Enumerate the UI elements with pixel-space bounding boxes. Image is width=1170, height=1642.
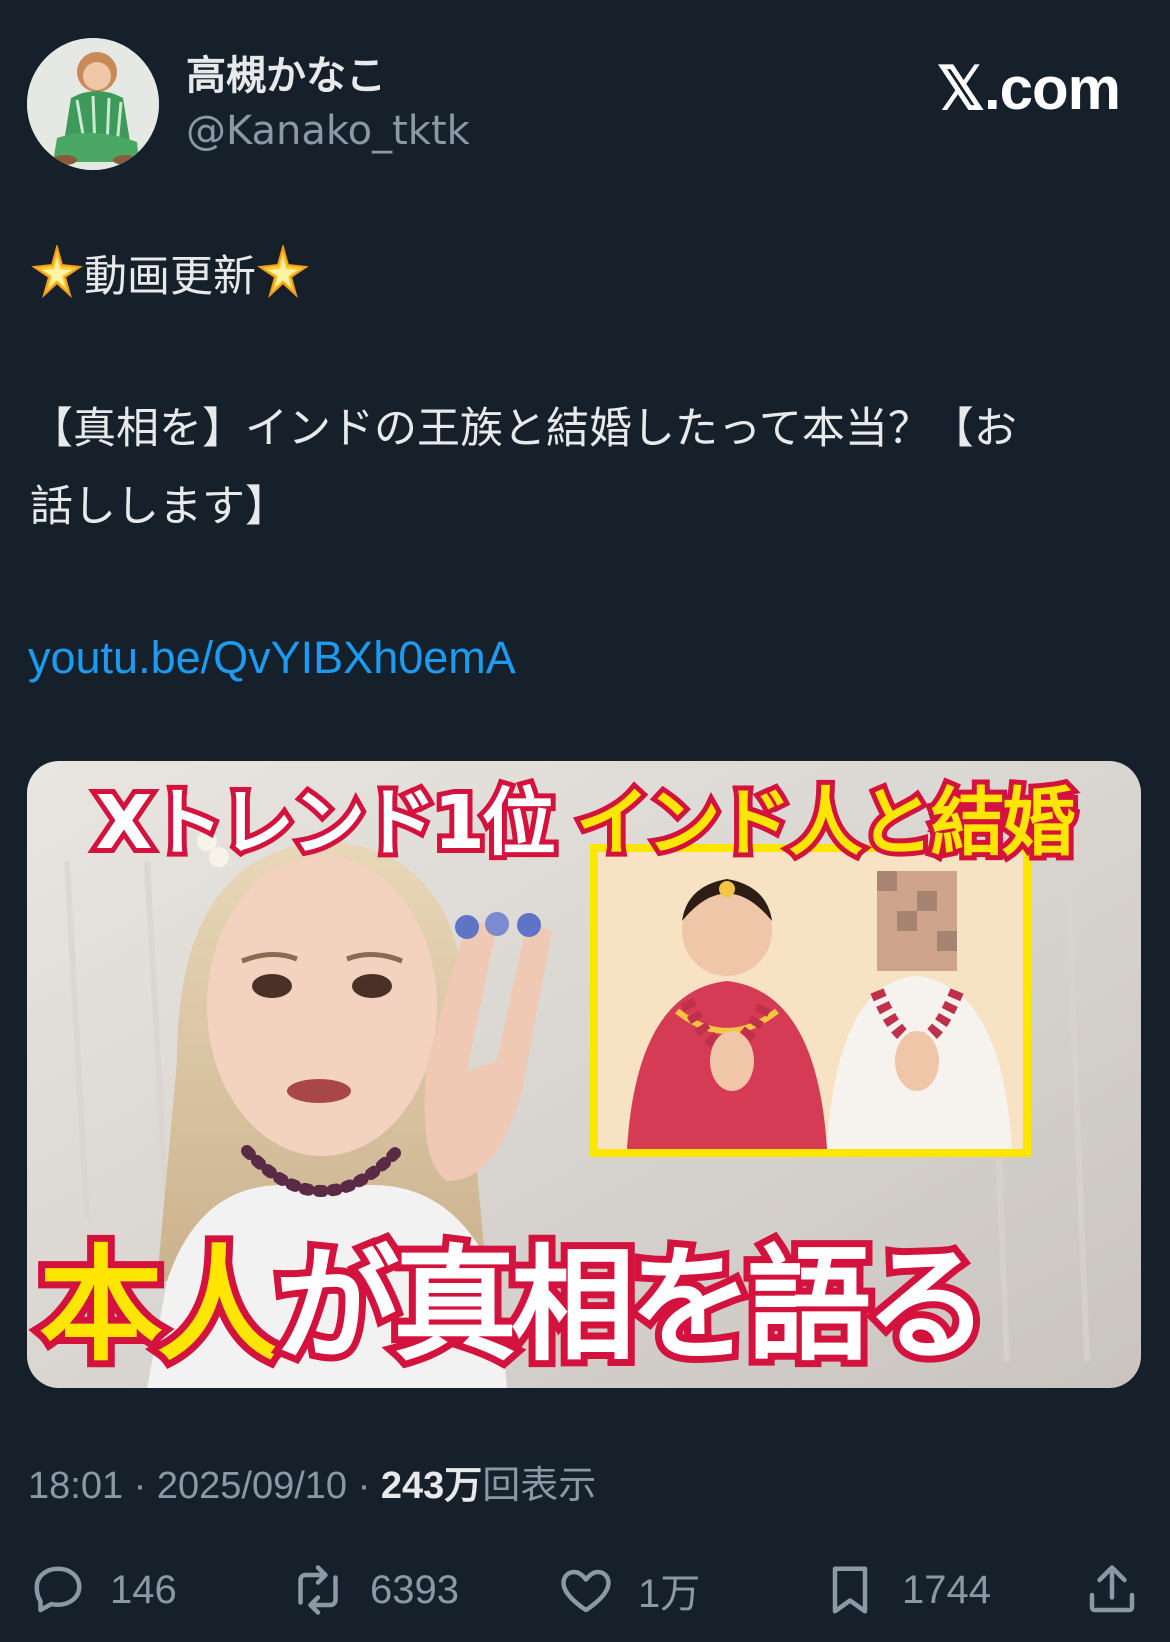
bookmark-icon (832, 1566, 868, 1614)
view-label: 回表示 (482, 1465, 597, 1507)
author-display-name[interactable]: 高槻かなこ (186, 50, 386, 102)
thumbnail-caption-yellow: 本人 (32, 1227, 288, 1385)
avatar-image (27, 38, 159, 170)
view-count: 243万 (380, 1465, 483, 1507)
thumbnail-caption: 本人が真相を語る (32, 1227, 1079, 1385)
post-text-line-2: 【真相を】インドの王族と結婚したって本当？【お (30, 404, 1017, 454)
thumbnail-caption-white: が真相を語る (268, 1227, 996, 1385)
author-handle[interactable]: @Kanako_tktk (186, 106, 470, 156)
thumbnail-headline-white: Xトレンド1位 (90, 775, 576, 871)
video-thumbnail[interactable]: Xトレンド1位 インド人と結婚 本人が真相を語る (27, 761, 1141, 1388)
bookmark-count: 1744 (902, 1567, 991, 1612)
like-icon (561, 1569, 611, 1613)
bookmark-button[interactable]: 1744 (820, 1560, 991, 1620)
post-text-line-3: 話しします】 (30, 482, 288, 532)
thumbnail-headline-yellow: インド人と結婚 (571, 775, 1081, 871)
reply-count: 146 (110, 1567, 177, 1612)
thumbnail-headline: Xトレンド1位 インド人と結婚 (57, 773, 1111, 873)
post-text-line-1: 動画更新 (30, 238, 310, 316)
sparkle-icon (257, 245, 309, 299)
brand-logo: 𝕏.com (936, 55, 1121, 122)
author-avatar[interactable] (27, 38, 159, 170)
sparkle-icon (31, 245, 83, 299)
like-button[interactable]: 1万 (556, 1560, 700, 1620)
post-date[interactable]: 2025/09/10 (157, 1465, 347, 1507)
repost-count: 6393 (370, 1567, 459, 1612)
post-meta: 18:01 · 2025/09/10 · 243万回表示 (28, 1460, 596, 1512)
video-link[interactable]: youtu.be/QvYIBXh0emA (28, 620, 516, 696)
post-time[interactable]: 18:01 (28, 1465, 123, 1507)
repost-icon (298, 1565, 338, 1615)
reply-icon (34, 1566, 82, 1613)
reply-button[interactable]: 146 (28, 1560, 177, 1620)
meta-separator: · (357, 1465, 371, 1507)
repost-button[interactable]: 6393 (288, 1560, 459, 1620)
share-button[interactable] (1082, 1560, 1142, 1620)
post-heading: 動画更新 (84, 252, 256, 302)
like-count: 1万 (638, 1572, 701, 1616)
share-icon (1089, 1565, 1135, 1613)
meta-separator: · (133, 1465, 147, 1507)
